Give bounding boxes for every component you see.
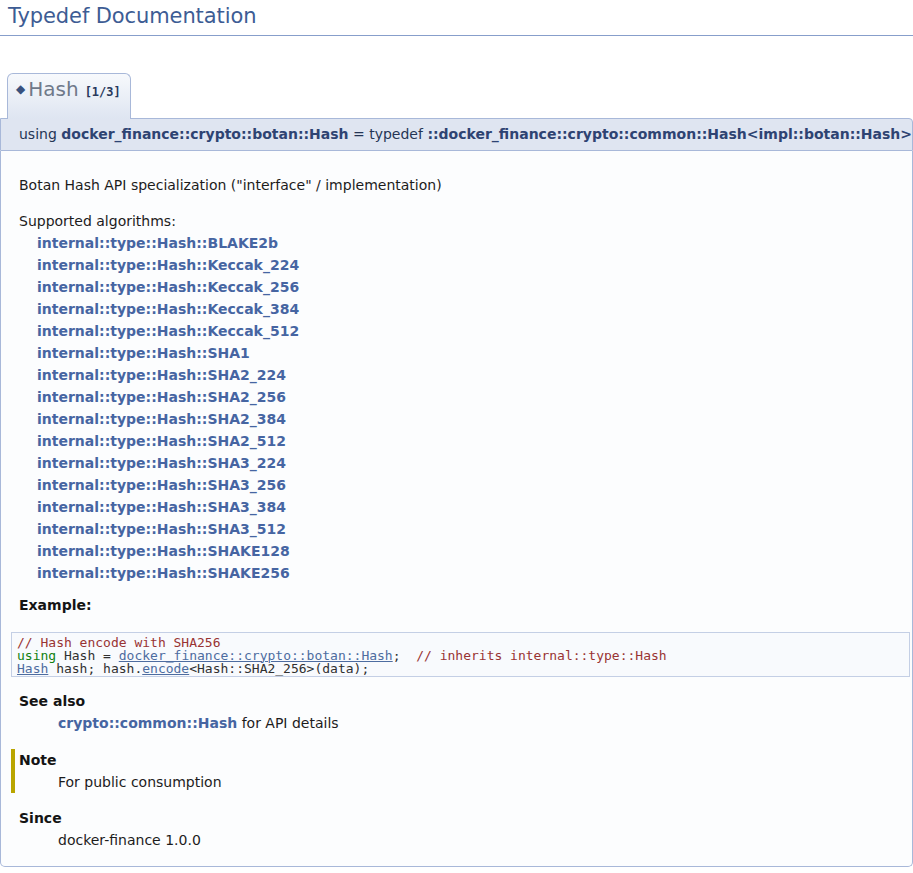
- member-item: ◆Hash[1/3] using docker_finance::crypto:…: [0, 73, 913, 867]
- see-also-content: crypto::common::Hash for API details: [58, 712, 902, 734]
- algorithm-link-list: internal::type::Hash::BLAKE2binternal::t…: [19, 232, 902, 584]
- see-also-section: See also crypto::common::Hash for API de…: [19, 690, 902, 734]
- algorithm-link[interactable]: internal::type::Hash::SHA2_512: [37, 430, 902, 452]
- code-link[interactable]: Hash: [17, 661, 48, 676]
- decl-target-link[interactable]: ::docker_finance::crypto::common::Hash<i…: [427, 126, 912, 142]
- algorithm-link[interactable]: internal::type::Hash::SHA2_384: [37, 408, 902, 430]
- algorithm-link[interactable]: internal::type::Hash::SHA2_256: [37, 386, 902, 408]
- note-label: Note: [19, 749, 902, 771]
- since-text: docker-finance 1.0.0: [58, 829, 902, 851]
- permalink-diamond-icon[interactable]: ◆: [16, 82, 25, 96]
- decl-equals: = typedef: [349, 126, 428, 142]
- code-comment: // inherits internal::type::Hash: [416, 648, 666, 663]
- member-title-tab: ◆Hash [1/3]: [7, 73, 131, 119]
- since-label: Since: [19, 807, 902, 829]
- code-line: Hash hash; hash.encode<Hash::SHA2_256>(d…: [17, 662, 369, 675]
- algorithm-link[interactable]: internal::type::Hash::Keccak_384: [37, 298, 902, 320]
- note-section: Note For public consumption: [11, 749, 902, 793]
- decl-prefix: using: [19, 126, 61, 142]
- content-area: Typedef Documentation ◆Hash[1/3] using d…: [0, 0, 913, 867]
- see-also-suffix: for API details: [237, 715, 338, 731]
- code-link[interactable]: encode: [142, 661, 189, 676]
- algorithm-link[interactable]: internal::type::Hash::SHA3_384: [37, 496, 902, 518]
- algorithm-link[interactable]: internal::type::Hash::SHA3_256: [37, 474, 902, 496]
- member-overload-count: [1/3]: [85, 85, 121, 99]
- algorithm-link[interactable]: internal::type::Hash::Keccak_224: [37, 254, 902, 276]
- algorithm-link[interactable]: internal::type::Hash::Keccak_256: [37, 276, 902, 298]
- algorithm-link[interactable]: internal::type::Hash::Keccak_512: [37, 320, 902, 342]
- algorithm-link[interactable]: internal::type::Hash::SHAKE128: [37, 540, 902, 562]
- algorithm-link[interactable]: internal::type::Hash::BLAKE2b: [37, 232, 902, 254]
- decl-alias-link[interactable]: docker_finance::crypto::botan::Hash: [61, 126, 348, 142]
- example-label: Example:: [19, 594, 902, 616]
- page-title: Typedef Documentation: [0, 0, 913, 36]
- algorithm-link[interactable]: internal::type::Hash::SHA1: [37, 342, 902, 364]
- algorithm-link[interactable]: internal::type::Hash::SHAKE256: [37, 562, 902, 584]
- member-documentation: Botan Hash API specialization ("interfac…: [0, 151, 913, 867]
- algorithm-link[interactable]: internal::type::Hash::SHA2_224: [37, 364, 902, 386]
- code-example-block: // Hash encode with SHA256using Hash = d…: [11, 632, 910, 677]
- code-plain: ;: [393, 648, 416, 663]
- supported-algorithms-label: Supported algorithms:: [19, 210, 902, 232]
- see-also-label: See also: [19, 690, 902, 712]
- code-plain: hash; hash.: [48, 661, 142, 676]
- member-prototype: using docker_finance::crypto::botan::Has…: [0, 118, 913, 151]
- see-also-link[interactable]: crypto::common::Hash: [58, 715, 237, 731]
- code-plain: <Hash::SHA2_256>(data);: [189, 661, 369, 676]
- member-description: Botan Hash API specialization ("interfac…: [19, 174, 902, 196]
- algorithm-link[interactable]: internal::type::Hash::SHA3_224: [37, 452, 902, 474]
- since-section: Since docker-finance 1.0.0: [19, 807, 902, 851]
- note-text: For public consumption: [58, 771, 902, 793]
- member-name: Hash: [28, 77, 78, 101]
- algorithm-link[interactable]: internal::type::Hash::SHA3_512: [37, 518, 902, 540]
